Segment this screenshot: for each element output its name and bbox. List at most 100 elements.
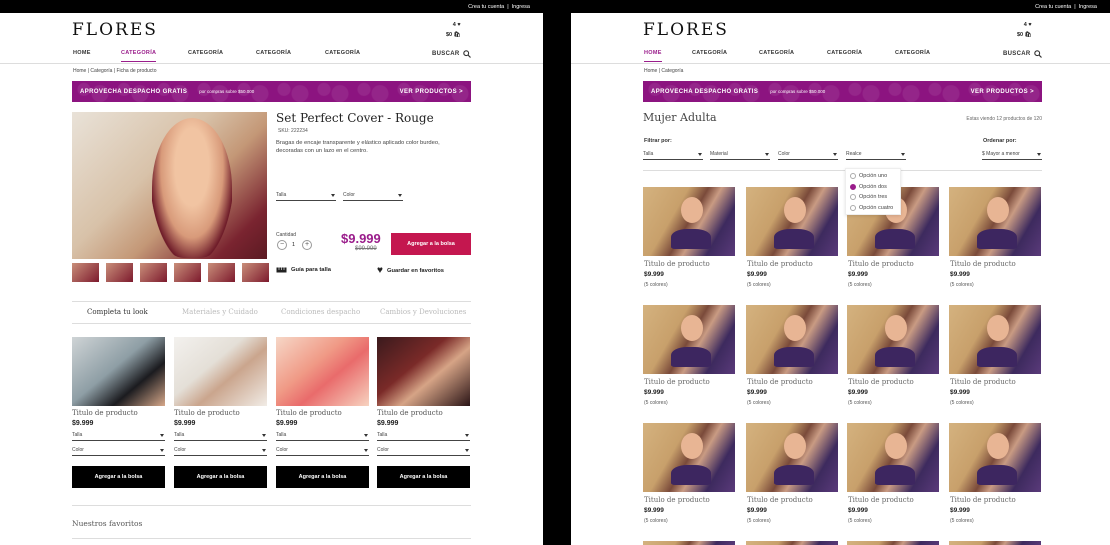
- look-add-to-bag-button[interactable]: Agregar a la bolsa: [276, 466, 369, 488]
- look-product-title[interactable]: Titulo de producto: [174, 409, 240, 417]
- product-card-image[interactable]: [643, 423, 735, 492]
- look-add-to-bag-button[interactable]: Agregar a la bolsa: [72, 466, 165, 488]
- look-size-select[interactable]: Talla: [377, 432, 470, 441]
- product-card-image[interactable]: [643, 305, 735, 374]
- option-item[interactable]: Opción tres: [850, 192, 900, 203]
- product-card-image[interactable]: [949, 423, 1041, 492]
- promo-banner[interactable]: APROVECHA DESPACHO GRATIS por compras so…: [72, 81, 471, 102]
- breadcrumb[interactable]: Home | Categoría | Ficha de producto: [73, 68, 156, 74]
- option-item-selected[interactable]: Opción dos: [850, 182, 900, 193]
- promo-cta-link[interactable]: VER PRODUCTOS >: [400, 89, 463, 95]
- tab-shipping[interactable]: Condiciones despacho: [281, 308, 360, 316]
- option-item[interactable]: Opción cuatro: [850, 203, 900, 214]
- nav-category[interactable]: CATEGORÍA: [188, 50, 223, 56]
- promo-cta-link[interactable]: VER PRODUCTOS >: [971, 89, 1034, 95]
- product-card-image[interactable]: [949, 187, 1041, 256]
- nav-category[interactable]: CATEGORÍA: [827, 50, 862, 56]
- nav-category[interactable]: CATEGORÍA: [759, 50, 794, 56]
- product-card-title[interactable]: Titulo de producto: [644, 260, 710, 268]
- filter-color-select[interactable]: Color: [778, 151, 838, 160]
- look-product-image[interactable]: [377, 337, 470, 406]
- breadcrumb[interactable]: Home | Categoría: [644, 68, 683, 74]
- login-link[interactable]: Ingresa: [1079, 4, 1097, 10]
- tab-complete-look[interactable]: Completa tu look: [87, 308, 148, 316]
- product-card-image[interactable]: [746, 187, 838, 256]
- look-size-select[interactable]: Talla: [276, 432, 369, 441]
- nav-home[interactable]: HOME: [73, 50, 91, 56]
- promo-banner[interactable]: APROVECHA DESPACHO GRATIS por compras so…: [643, 81, 1042, 102]
- look-size-select[interactable]: Talla: [174, 432, 267, 441]
- product-card-image[interactable]: [847, 305, 939, 374]
- look-product-image[interactable]: [276, 337, 369, 406]
- look-product-title[interactable]: Titulo de producto: [377, 409, 443, 417]
- tab-materials[interactable]: Materiales y Cuidado: [182, 308, 258, 316]
- product-card-title[interactable]: Titulo de producto: [950, 260, 1016, 268]
- product-card-title[interactable]: Titulo de producto: [644, 378, 710, 386]
- product-thumbnail[interactable]: [106, 263, 133, 282]
- product-thumbnail[interactable]: [208, 263, 235, 282]
- login-link[interactable]: Ingresa: [512, 4, 530, 10]
- look-product-image[interactable]: [174, 337, 267, 406]
- product-card-title[interactable]: Titulo de producto: [848, 260, 914, 268]
- product-card-title[interactable]: Titulo de producto: [950, 496, 1016, 504]
- look-color-select[interactable]: Color: [276, 447, 369, 456]
- quantity-decrease-button[interactable]: −: [277, 240, 287, 250]
- product-card-image[interactable]: [847, 541, 939, 545]
- product-card-title[interactable]: Titulo de producto: [848, 378, 914, 386]
- filter-realce-select[interactable]: Realce: [846, 151, 906, 160]
- color-select[interactable]: Color: [343, 192, 403, 201]
- product-main-image[interactable]: [72, 112, 267, 259]
- size-guide-link[interactable]: Guía para talla: [276, 267, 331, 273]
- product-card-image[interactable]: [643, 541, 735, 545]
- cart-widget[interactable]: 4 ♥ $0 🛍: [1017, 20, 1032, 40]
- product-card-title[interactable]: Titulo de producto: [747, 260, 813, 268]
- nav-home-active[interactable]: HOME: [644, 50, 662, 62]
- product-card-title[interactable]: Titulo de producto: [747, 378, 813, 386]
- create-account-link[interactable]: Crea tu cuenta: [1035, 4, 1071, 10]
- logo[interactable]: FLORES: [643, 20, 729, 40]
- product-thumbnail[interactable]: [140, 263, 167, 282]
- option-item[interactable]: Opción uno: [850, 171, 900, 182]
- product-thumbnail[interactable]: [174, 263, 201, 282]
- nav-category[interactable]: CATEGORÍA: [692, 50, 727, 56]
- look-size-select[interactable]: Talla: [72, 432, 165, 441]
- bag-icon[interactable]: 🛍: [454, 32, 461, 38]
- product-thumbnail[interactable]: [72, 263, 99, 282]
- search-button[interactable]: BUSCAR: [1003, 50, 1043, 58]
- look-product-title[interactable]: Titulo de producto: [72, 409, 138, 417]
- look-product-title[interactable]: Titulo de producto: [276, 409, 342, 417]
- look-add-to-bag-button[interactable]: Agregar a la bolsa: [377, 466, 470, 488]
- cart-widget[interactable]: 4 ♥ $0 🛍: [446, 20, 461, 40]
- product-card-title[interactable]: Titulo de producto: [644, 496, 710, 504]
- create-account-link[interactable]: Crea tu cuenta: [468, 4, 504, 10]
- search-button[interactable]: BUSCAR: [432, 50, 472, 58]
- nav-category-active[interactable]: CATEGORÍA: [121, 50, 157, 62]
- filter-size-select[interactable]: Talla: [643, 151, 703, 160]
- save-favorite-link[interactable]: ♥ Guardar en favoritos: [377, 266, 444, 276]
- look-color-select[interactable]: Color: [72, 447, 165, 456]
- quantity-value[interactable]: 1: [292, 242, 295, 248]
- look-color-select[interactable]: Color: [174, 447, 267, 456]
- product-card-image[interactable]: [847, 423, 939, 492]
- product-thumbnail[interactable]: [242, 263, 269, 282]
- logo[interactable]: FLORES: [72, 20, 158, 40]
- product-card-image[interactable]: [746, 423, 838, 492]
- product-card-title[interactable]: Titulo de producto: [848, 496, 914, 504]
- filter-material-select[interactable]: Material: [710, 151, 770, 160]
- tab-returns[interactable]: Cambios y Devoluciones: [380, 308, 466, 316]
- product-card-image[interactable]: [949, 541, 1041, 545]
- add-to-bag-button[interactable]: Agregar a la bolsa: [391, 233, 471, 255]
- product-card-title[interactable]: Titulo de producto: [747, 496, 813, 504]
- size-select[interactable]: Talla: [276, 192, 336, 201]
- product-card-image[interactable]: [949, 305, 1041, 374]
- nav-category[interactable]: CATEGORÍA: [895, 50, 930, 56]
- heart-icon[interactable]: ♥: [1028, 22, 1031, 28]
- heart-icon[interactable]: ♥: [457, 22, 460, 28]
- look-add-to-bag-button[interactable]: Agregar a la bolsa: [174, 466, 267, 488]
- product-card-title[interactable]: Titulo de producto: [950, 378, 1016, 386]
- product-card-image[interactable]: [746, 305, 838, 374]
- look-product-image[interactable]: [72, 337, 165, 406]
- sort-select[interactable]: $ Mayor a menor: [982, 151, 1042, 160]
- product-card-image[interactable]: [746, 541, 838, 545]
- nav-category[interactable]: CATEGORÍA: [256, 50, 291, 56]
